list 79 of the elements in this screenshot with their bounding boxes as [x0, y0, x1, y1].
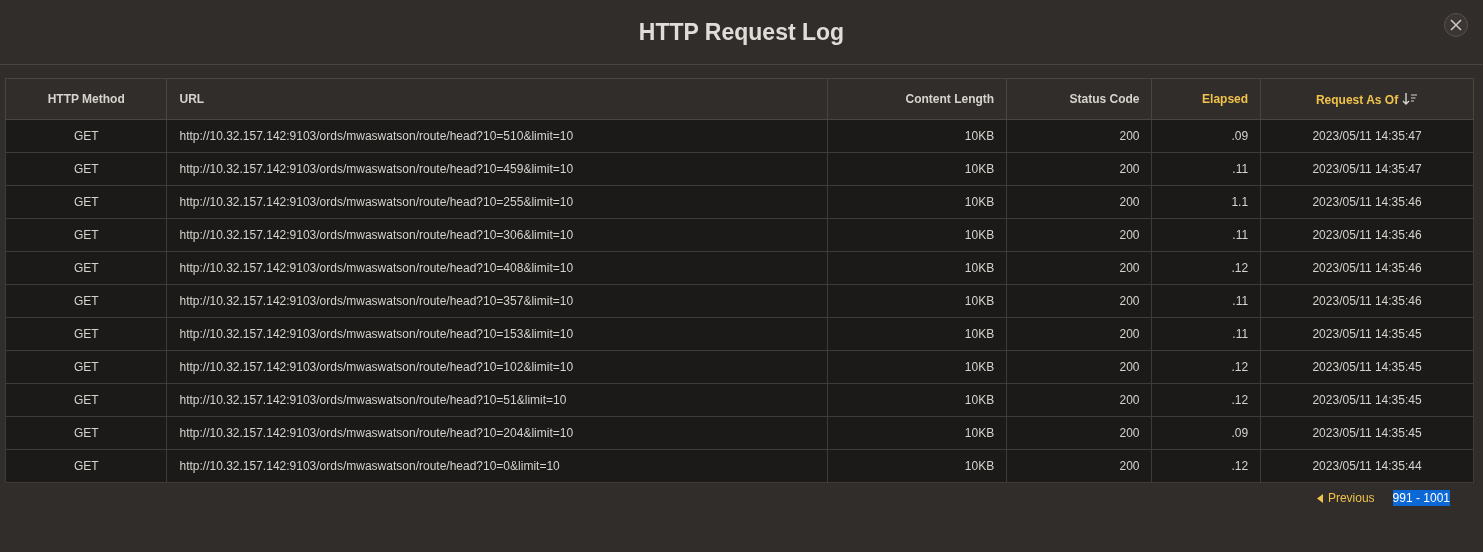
table-cell: 2023/05/11 14:35:47 — [1260, 152, 1474, 186]
table-cell: .12 — [1152, 449, 1261, 483]
previous-link[interactable]: Previous — [1316, 491, 1375, 505]
table-cell: http://10.32.157.142:9103/ords/mwaswatson/route/head?10=204&limit=10 — [166, 416, 828, 450]
table-cell: 10KB — [827, 185, 1007, 219]
table-cell: 2023/05/11 14:35:45 — [1260, 350, 1474, 384]
table-cell: 200 — [1006, 185, 1152, 219]
table-cell: http://10.32.157.142:9103/ords/mwaswatson/route/head?10=255&limit=10 — [166, 185, 828, 219]
page-range: 991 - 1001 — [1392, 490, 1450, 506]
table-cell: 2023/05/11 14:35:47 — [1260, 119, 1474, 153]
table-cell: GET — [5, 449, 167, 483]
column-header[interactable]: URL — [166, 78, 828, 120]
table-cell: 1.1 — [1152, 185, 1261, 219]
table-cell: http://10.32.157.142:9103/ords/mwaswatson/route/head?10=459&limit=10 — [166, 152, 828, 186]
table-cell: http://10.32.157.142:9103/ords/mwaswatson/route/head?10=408&limit=10 — [166, 251, 828, 285]
table-cell: 2023/05/11 14:35:45 — [1260, 383, 1474, 417]
table-cell: 2023/05/11 14:35:44 — [1260, 449, 1474, 483]
table-cell: .11 — [1152, 317, 1261, 351]
table-cell: GET — [5, 119, 167, 153]
table-cell: 10KB — [827, 317, 1007, 351]
table-cell: http://10.32.157.142:9103/ords/mwaswatson/route/head?10=0&limit=10 — [166, 449, 828, 483]
table-cell: 10KB — [827, 350, 1007, 384]
table-cell: GET — [5, 416, 167, 450]
table-cell: .09 — [1152, 416, 1261, 450]
close-button[interactable] — [1444, 13, 1468, 37]
table-cell: 2023/05/11 14:35:46 — [1260, 185, 1474, 219]
table-cell: 2023/05/11 14:35:46 — [1260, 284, 1474, 318]
close-icon — [1450, 19, 1462, 31]
table-cell: GET — [5, 218, 167, 252]
table-cell: http://10.32.157.142:9103/ords/mwaswatson/route/head?10=357&limit=10 — [166, 284, 828, 318]
table-cell: 200 — [1006, 218, 1152, 252]
caret-left-icon — [1316, 493, 1323, 503]
table-cell: .11 — [1152, 218, 1261, 252]
table-cell: 10KB — [827, 119, 1007, 153]
table-cell: GET — [5, 284, 167, 318]
sort-descending-icon — [1402, 91, 1419, 106]
table-cell: http://10.32.157.142:9103/ords/mwaswatson/route/head?10=306&limit=10 — [166, 218, 828, 252]
table-cell: 200 — [1006, 119, 1152, 153]
table-cell: GET — [5, 350, 167, 384]
table-cell: 200 — [1006, 383, 1152, 417]
table-cell: http://10.32.157.142:9103/ords/mwaswatson/route/head?10=102&limit=10 — [166, 350, 828, 384]
table-cell: 10KB — [827, 416, 1007, 450]
table-cell: 2023/05/11 14:35:46 — [1260, 218, 1474, 252]
table-cell: GET — [5, 251, 167, 285]
table-cell: http://10.32.157.142:9103/ords/mwaswatson/route/head?10=153&limit=10 — [166, 317, 828, 351]
table-cell: 200 — [1006, 416, 1152, 450]
column-header[interactable]: Request As Of — [1260, 78, 1474, 120]
table-cell: http://10.32.157.142:9103/ords/mwaswatson/route/head?10=510&limit=10 — [166, 119, 828, 153]
table-cell: .12 — [1152, 350, 1261, 384]
dialog-title: HTTP Request Log — [638, 18, 845, 46]
table-cell: 200 — [1006, 251, 1152, 285]
table-cell: 200 — [1006, 152, 1152, 186]
table-cell: .11 — [1152, 284, 1261, 318]
table-cell: 10KB — [827, 449, 1007, 483]
table-cell: 2023/05/11 14:35:45 — [1260, 317, 1474, 351]
column-header[interactable]: Status Code — [1006, 78, 1152, 120]
table-cell: .12 — [1152, 383, 1261, 417]
table-cell: .09 — [1152, 119, 1261, 153]
table-cell: .11 — [1152, 152, 1261, 186]
table-cell: GET — [5, 185, 167, 219]
table-cell: GET — [5, 383, 167, 417]
table-cell: GET — [5, 152, 167, 186]
table-cell: 200 — [1006, 449, 1152, 483]
column-header[interactable]: Content Length — [827, 78, 1007, 120]
table-cell: 200 — [1006, 317, 1152, 351]
table-cell: 200 — [1006, 284, 1152, 318]
table-cell: http://10.32.157.142:9103/ords/mwaswatson/route/head?10=51&limit=10 — [166, 383, 828, 417]
table-cell: 10KB — [827, 218, 1007, 252]
table-cell: 10KB — [827, 152, 1007, 186]
table-cell: 10KB — [827, 284, 1007, 318]
table-cell: 2023/05/11 14:35:46 — [1260, 251, 1474, 285]
column-header[interactable]: Elapsed — [1152, 78, 1261, 120]
table-cell: 10KB — [827, 383, 1007, 417]
table-cell: 2023/05/11 14:35:45 — [1260, 416, 1474, 450]
table-cell: 200 — [1006, 350, 1152, 384]
table-cell: .12 — [1152, 251, 1261, 285]
table-cell: GET — [5, 317, 167, 351]
table-cell: 10KB — [827, 251, 1007, 285]
column-header[interactable]: HTTP Method — [5, 78, 167, 120]
